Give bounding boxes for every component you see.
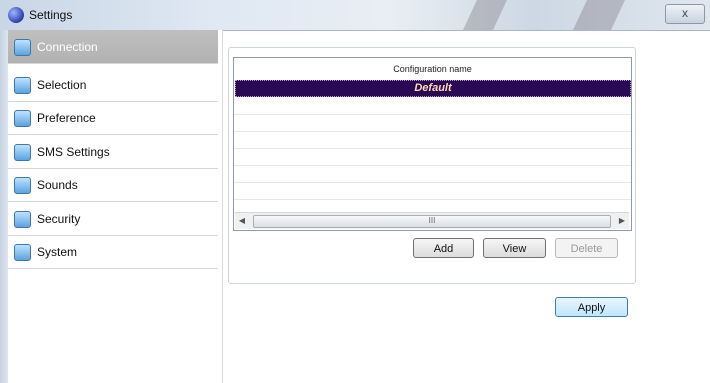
settings-sidebar: Connection Selection Preference SMS Sett… — [8, 30, 223, 383]
app-icon — [8, 7, 24, 23]
apply-button[interactable]: Apply — [555, 297, 628, 317]
view-button[interactable]: View — [483, 238, 546, 258]
row-divider — [234, 148, 631, 149]
sidebar-item-system[interactable]: System — [8, 235, 218, 269]
sounds-icon — [14, 177, 31, 194]
column-header-configuration-name[interactable]: Configuration name — [234, 58, 631, 80]
title-bar: Settings x — [0, 0, 710, 31]
sidebar-item-selection[interactable]: Selection — [8, 68, 218, 102]
preference-icon — [14, 110, 31, 127]
sidebar-item-connection[interactable]: Connection — [8, 30, 218, 64]
system-icon — [14, 244, 31, 261]
scroll-left-icon[interactable]: ◀ — [235, 213, 249, 229]
table-row[interactable]: Default — [235, 80, 631, 97]
sidebar-item-label: Security — [37, 212, 81, 226]
row-divider — [234, 131, 631, 132]
scroll-grip: III — [428, 216, 436, 225]
scrollbar-thumb[interactable]: III — [253, 215, 611, 228]
sms-icon — [14, 144, 31, 161]
row-divider — [234, 114, 631, 115]
horizontal-scrollbar[interactable]: ◀ III ▶ — [235, 212, 629, 229]
row-divider — [234, 165, 631, 166]
security-icon — [14, 211, 31, 228]
sidebar-item-label: Preference — [37, 111, 96, 125]
title-bar-decoration — [463, 0, 507, 30]
row-divider — [234, 182, 631, 183]
window-title: Settings — [29, 8, 73, 22]
row-divider — [234, 199, 631, 200]
scroll-right-icon[interactable]: ▶ — [615, 213, 629, 229]
sidebar-item-label: System — [37, 245, 78, 259]
sidebar-item-sms-settings[interactable]: SMS Settings — [8, 135, 218, 169]
connection-icon — [14, 39, 31, 56]
sidebar-item-label: Selection — [37, 78, 87, 92]
sidebar-item-label: Connection — [37, 40, 98, 54]
sidebar-item-label: SMS Settings — [37, 145, 110, 159]
sidebar-item-security[interactable]: Security — [8, 202, 218, 236]
sidebar-item-label: Sounds — [37, 178, 78, 192]
configuration-grid[interactable]: Configuration name Default ◀ III ▶ — [233, 57, 632, 231]
sidebar-item-preference[interactable]: Preference — [8, 101, 218, 135]
title-bar-decoration — [573, 0, 625, 30]
delete-button[interactable]: Delete — [555, 238, 618, 258]
add-button[interactable]: Add — [413, 238, 474, 258]
sidebar-item-sounds[interactable]: Sounds — [8, 168, 218, 202]
selection-icon — [14, 77, 31, 94]
close-button[interactable]: x — [665, 4, 705, 24]
